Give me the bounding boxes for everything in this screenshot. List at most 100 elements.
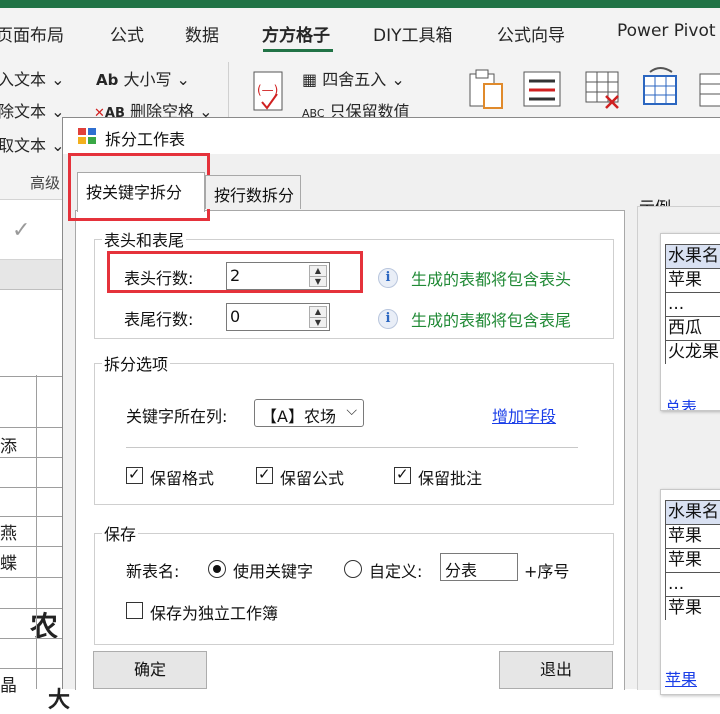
keep-formula-label[interactable]: 保留公式 (280, 465, 344, 489)
keep-formula-checkbox[interactable]: ✓ (256, 465, 273, 484)
tab-diy-toolbox[interactable]: DIY工具箱 (373, 21, 453, 46)
custom-name-input[interactable]: 分表 (440, 553, 518, 581)
example-cell: ... (665, 572, 720, 596)
example-cell: 苹果 (665, 596, 720, 620)
example-cell: 西瓜 (665, 316, 720, 340)
example-card-total: 水果名 苹果 ... 西瓜 火龙果 总表 (660, 233, 720, 411)
custom-name-label[interactable]: 自定义: (369, 558, 422, 582)
worksheet[interactable]: 农 大 添 燕 蝶 晶 (0, 290, 70, 713)
checkmark-icon: ✓ (128, 465, 141, 483)
header-rows-value: 2 (230, 266, 241, 285)
example-cell: 水果名 (665, 244, 720, 268)
footer-rows-spinner[interactable]: 0 ▲ ▼ (226, 303, 330, 331)
checkmark-icon: ✓ (258, 465, 271, 483)
footer-rows-label: 表尾行数: (124, 310, 194, 329)
ribbon-round-button[interactable]: ▦ 四舍五入 ⌄ (302, 66, 405, 90)
tab-page-layout[interactable]: 页面布局 (0, 21, 64, 46)
split-options-title: 拆分选项 (102, 351, 171, 375)
column-header (0, 260, 62, 290)
keep-comment-label[interactable]: 保留批注 (418, 465, 482, 489)
header-info-text: 生成的表都将包含表头 (411, 270, 572, 289)
paste-icon[interactable] (466, 66, 506, 114)
ribbon-insert-text[interactable]: 入文本 ⌄ (0, 66, 65, 90)
tab-formula-wizard[interactable]: 公式向导 (497, 21, 565, 46)
info-icon: i (378, 309, 398, 329)
sheet-title-cell: 农 (30, 610, 59, 643)
header-rows-spinner[interactable]: 2 ▲ ▼ (226, 262, 330, 290)
tab-split-by-rows[interactable]: 按行数拆分 (205, 175, 301, 209)
info-icon: i (378, 268, 398, 288)
refresh-table-icon[interactable] (638, 62, 682, 114)
use-keyword-label[interactable]: 使用关键字 (233, 558, 313, 582)
table-icon[interactable] (696, 66, 720, 114)
delete-grid-icon[interactable] (582, 66, 626, 114)
keep-format-checkbox[interactable]: ✓ (126, 465, 143, 484)
save-title: 保存 (102, 521, 139, 545)
sheet-cell[interactable]: 添 (0, 432, 17, 457)
chevron-down-icon: ⌵ (346, 403, 357, 419)
example-cell: 苹果 (665, 268, 720, 292)
options-divider (126, 447, 578, 448)
tab-fangfang[interactable]: 方方格子 (262, 21, 330, 46)
example-cell: 苹果 (665, 548, 720, 572)
dialog-title: 拆分工作表 (105, 130, 186, 149)
custom-name-radio[interactable] (344, 560, 362, 578)
header-rows-label: 表头行数: (124, 269, 194, 288)
ok-button[interactable]: 确定 (93, 651, 207, 689)
example-sheet-tab: 苹果 (665, 670, 698, 689)
ribbon-delete-text[interactable]: 除文本 ⌄ (0, 98, 65, 122)
key-column-dropdown[interactable]: 【A】农场 ⌵ (254, 399, 364, 427)
spinner-buttons[interactable]: ▲ ▼ (309, 265, 327, 287)
ribbon-case-button[interactable]: Ab 大小写 ⌄ (96, 66, 190, 90)
spin-down-icon[interactable]: ▼ (310, 317, 326, 327)
key-column-label: 关键字所在列: (126, 407, 228, 426)
add-field-link[interactable]: 增加字段 (492, 403, 556, 427)
example-card-apple: 水果名 苹果 苹果 ... 苹果 苹果 (660, 489, 720, 695)
example-panel: 水果名 苹果 ... 西瓜 火龙果 总表 按第 水果名 苹果 苹果 ... 苹果… (637, 206, 720, 695)
text-lines-icon[interactable] (520, 66, 564, 114)
spin-up-icon[interactable]: ▲ (310, 307, 326, 317)
save-independent-checkbox[interactable] (126, 602, 143, 619)
example-cell: 苹果 (665, 524, 720, 548)
sheet-cell[interactable]: 蝶 (0, 549, 17, 574)
ribbon-tab-bar: 页面布局 公式 数据 方方格子 DIY工具箱 公式向导 Power Pivot (0, 8, 720, 54)
exit-button[interactable]: 退出 (499, 651, 613, 689)
grid-icon: ▦ (302, 70, 318, 89)
tab-split-by-keyword[interactable]: 按关键字拆分 (77, 172, 205, 212)
checkmark-icon[interactable]: ✓ (12, 218, 30, 243)
split-sheet-dialog: 拆分工作表 按关键字拆分 按行数拆分 表头和表尾 表头行数: 2 ▲ ▼ i 生成… (62, 117, 720, 695)
serial-suffix-label: +序号 (524, 562, 570, 581)
tab-power-pivot[interactable]: Power Pivot (617, 21, 716, 41)
save-independent-label[interactable]: 保存为独立工作簿 (150, 600, 278, 624)
new-name-label: 新表名: (126, 562, 180, 581)
sheet-cell[interactable]: 燕 (0, 519, 17, 544)
sheet-cell[interactable]: 晶 (0, 671, 17, 696)
tab-formulas[interactable]: 公式 (110, 21, 144, 46)
custom-name-value: 分表 (445, 561, 478, 580)
save-group (94, 533, 614, 645)
ribbon-group-label: 高级 (30, 174, 61, 192)
spinner-buttons[interactable]: ▲ ▼ (309, 306, 327, 328)
use-keyword-radio[interactable] (208, 560, 226, 578)
checkmark-icon: ✓ (396, 465, 409, 483)
header-footer-title: 表头和表尾 (102, 227, 187, 251)
spin-up-icon[interactable]: ▲ (310, 266, 326, 276)
spin-down-icon[interactable]: ▼ (310, 276, 326, 286)
formula-bar: ✓ (0, 200, 62, 260)
dialog-titlebar[interactable]: 拆分工作表 (63, 118, 720, 154)
tab-panel: 表头和表尾 表头行数: 2 ▲ ▼ i 生成的表都将包含表头 表尾行数: 0 ▲ ▼… (75, 210, 625, 690)
tab-data[interactable]: 数据 (185, 21, 219, 46)
example-cell: ... (665, 292, 720, 316)
example-cell: 火龙果 (665, 340, 720, 364)
footer-rows-value: 0 (230, 307, 241, 326)
ribbon-extract-text[interactable]: 取文本 ⌄ (0, 132, 65, 156)
keep-comment-checkbox[interactable]: ✓ (394, 465, 411, 484)
example-cell: 水果名 (665, 500, 720, 524)
excel-titlebar (0, 0, 720, 8)
formula-doc-icon[interactable]: (—) (248, 68, 288, 116)
key-column-value: 【A】农场 (261, 407, 336, 426)
footer-info-text: 生成的表都将包含表尾 (411, 311, 572, 330)
grid-line (36, 375, 37, 689)
keep-format-label[interactable]: 保留格式 (150, 465, 214, 489)
app-icon (78, 128, 96, 144)
